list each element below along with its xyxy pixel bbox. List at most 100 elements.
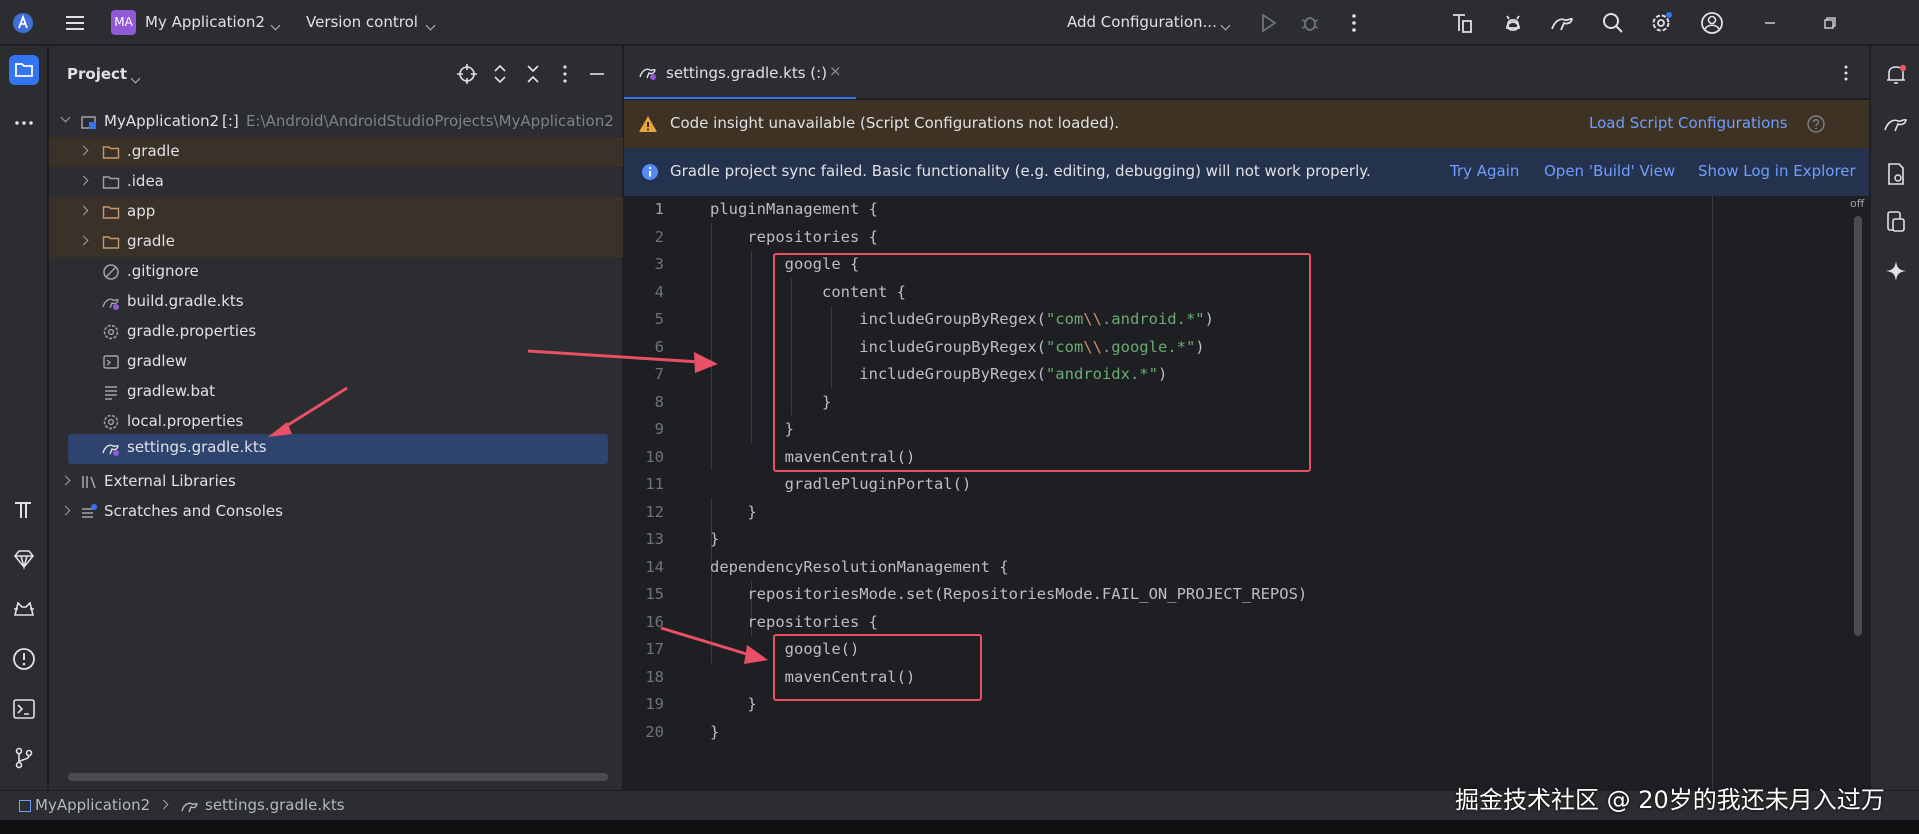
breadcrumb-file[interactable]: settings.gradle.kts [205,796,345,814]
scratches-icon [80,503,98,521]
account-icon[interactable] [1699,10,1725,36]
chevron-right-icon[interactable] [78,235,89,246]
tab-options-icon[interactable] [1836,63,1856,83]
tab-settings-gradle-kts[interactable]: settings.gradle.kts (:) × [624,46,856,99]
problems-icon[interactable] [9,644,39,674]
more-tools-icon[interactable] [9,108,39,138]
project-switcher[interactable]: My Application2 [145,13,265,31]
more-actions-icon[interactable] [1341,10,1367,36]
try-again-link[interactable]: Try Again [1450,162,1519,180]
chevron-down-icon[interactable] [60,112,71,123]
code-line[interactable]: 20} [624,719,1869,747]
notifications-bell-icon[interactable] [1881,60,1911,90]
line-number: 10 [645,447,664,466]
code-line[interactable]: 14 dependencyResolutionManagement { [624,554,1869,582]
build-hammer-icon[interactable] [9,495,39,525]
code-line[interactable]: 11 gradlePluginPortal() [624,471,1869,499]
project-view-selector[interactable]: Project [67,65,127,83]
project-tool-icon[interactable] [9,55,39,85]
tree-item-gitignore[interactable]: .gitignore [49,257,623,287]
tree-item-gradle-wrapper-dir[interactable]: gradle [49,227,623,257]
restore-window-icon[interactable] [1817,10,1843,36]
tree-item-label: Scratches and Consoles [104,502,283,520]
line-number: 20 [645,722,664,741]
chevron-right-icon[interactable] [78,145,89,156]
breadcrumb-project[interactable]: MyApplication2 [35,796,150,814]
device-manager-icon[interactable] [1449,10,1475,36]
load-script-configurations-link[interactable]: Load Script Configurations [1589,114,1788,132]
tree-root-module[interactable]: MyApplication2 [:] E:\Android\AndroidStu… [49,107,623,137]
android-bug-icon[interactable] [1500,10,1526,36]
hide-panel-icon[interactable] [586,63,608,85]
open-build-view-link[interactable]: Open 'Build' View [1544,162,1675,180]
gradle-tool-icon[interactable] [1881,109,1911,139]
tree-item-gradlew-bat[interactable]: gradlew.bat [49,377,623,407]
tree-item-gradle-properties[interactable]: gradle.properties [49,317,623,347]
settings-gear-icon[interactable] [1648,10,1674,36]
gradle-sync-icon[interactable] [1549,10,1575,36]
tree-item-build-gradle[interactable]: build.gradle.kts [49,287,623,317]
settings-file-icon [102,323,120,341]
ai-assistant-sparkle-icon[interactable] [1881,256,1911,286]
code-line[interactable]: 12 } [624,499,1869,527]
code-line[interactable]: 16 repositories { [624,609,1869,637]
search-icon[interactable] [1600,10,1626,36]
run-icon[interactable] [1255,10,1281,36]
horizontal-scrollbar[interactable] [68,773,608,781]
code-text: } [710,695,757,713]
version-control-icon[interactable] [9,743,39,773]
highlight-box-plugin-repos [773,253,1311,472]
tree-item-gradle-dir[interactable]: .gradle [49,137,623,167]
gradle-file-icon [102,439,120,457]
chevron-right-icon[interactable] [78,175,89,186]
collapse-all-icon[interactable] [522,63,544,85]
code-token: } [710,695,757,713]
line-number: 8 [654,392,664,411]
line-number: 19 [645,695,664,713]
close-tab-icon[interactable]: × [829,62,842,80]
folder-icon [102,143,120,161]
tree-item-scratches[interactable]: Scratches and Consoles [49,497,623,527]
terminal-icon[interactable] [9,694,39,724]
tree-item-label: External Libraries [104,472,236,490]
code-line[interactable]: 2 repositories { [624,224,1869,252]
code-line[interactable]: 1 pluginManagement { [624,196,1869,224]
code-text: } [710,530,719,548]
show-log-in-explorer-link[interactable]: Show Log in Explorer [1698,162,1856,180]
code-line[interactable]: 13} [624,526,1869,554]
tree-item-app-dir[interactable]: app [49,197,623,227]
vertical-scrollbar[interactable] [1854,216,1862,636]
chevron-down-icon [1220,15,1231,33]
tab-label: settings.gradle.kts (:) [666,64,828,82]
expand-all-icon[interactable] [489,63,511,85]
options-icon[interactable] [554,63,576,85]
tree-item-settings-gradle[interactable]: settings.gradle.kts [68,434,608,464]
code-line[interactable]: 15 repositoriesMode.set(RepositoriesMode… [624,581,1869,609]
chevron-right-icon[interactable] [60,475,71,486]
logcat-icon[interactable] [9,594,39,624]
device-file-explorer-icon[interactable] [1881,159,1911,189]
inspection-status-label[interactable]: off [1850,197,1864,210]
code-text: repositories { [710,228,878,246]
version-control-menu[interactable]: Version control [306,13,418,31]
gem-icon[interactable] [9,544,39,574]
tree-item-idea-dir[interactable]: .idea [49,167,623,197]
code-text: gradlePluginPortal() [710,475,972,493]
chevron-right-icon[interactable] [60,505,71,516]
android-studio-logo-icon[interactable] [10,10,36,36]
locate-target-icon[interactable] [456,63,478,85]
chevron-right-icon [158,799,169,810]
tree-item-gradlew[interactable]: gradlew [49,347,623,377]
running-devices-icon[interactable] [1881,207,1911,237]
tree-item-local-properties[interactable]: local.properties [49,407,623,437]
minimize-icon[interactable] [1757,10,1783,36]
chevron-right-icon[interactable] [78,205,89,216]
tree-item-external-libraries[interactable]: External Libraries [49,467,623,497]
tree-item-label: .idea [127,172,164,190]
line-number: 9 [654,420,664,438]
watermark-text: 掘金技术社区 @ 20岁的我还未月入过万 [1455,786,1885,814]
help-icon[interactable] [1806,114,1826,134]
debug-icon[interactable] [1297,10,1323,36]
run-configuration-selector[interactable]: Add Configuration... [1067,13,1217,31]
main-menu-icon[interactable] [62,10,88,36]
